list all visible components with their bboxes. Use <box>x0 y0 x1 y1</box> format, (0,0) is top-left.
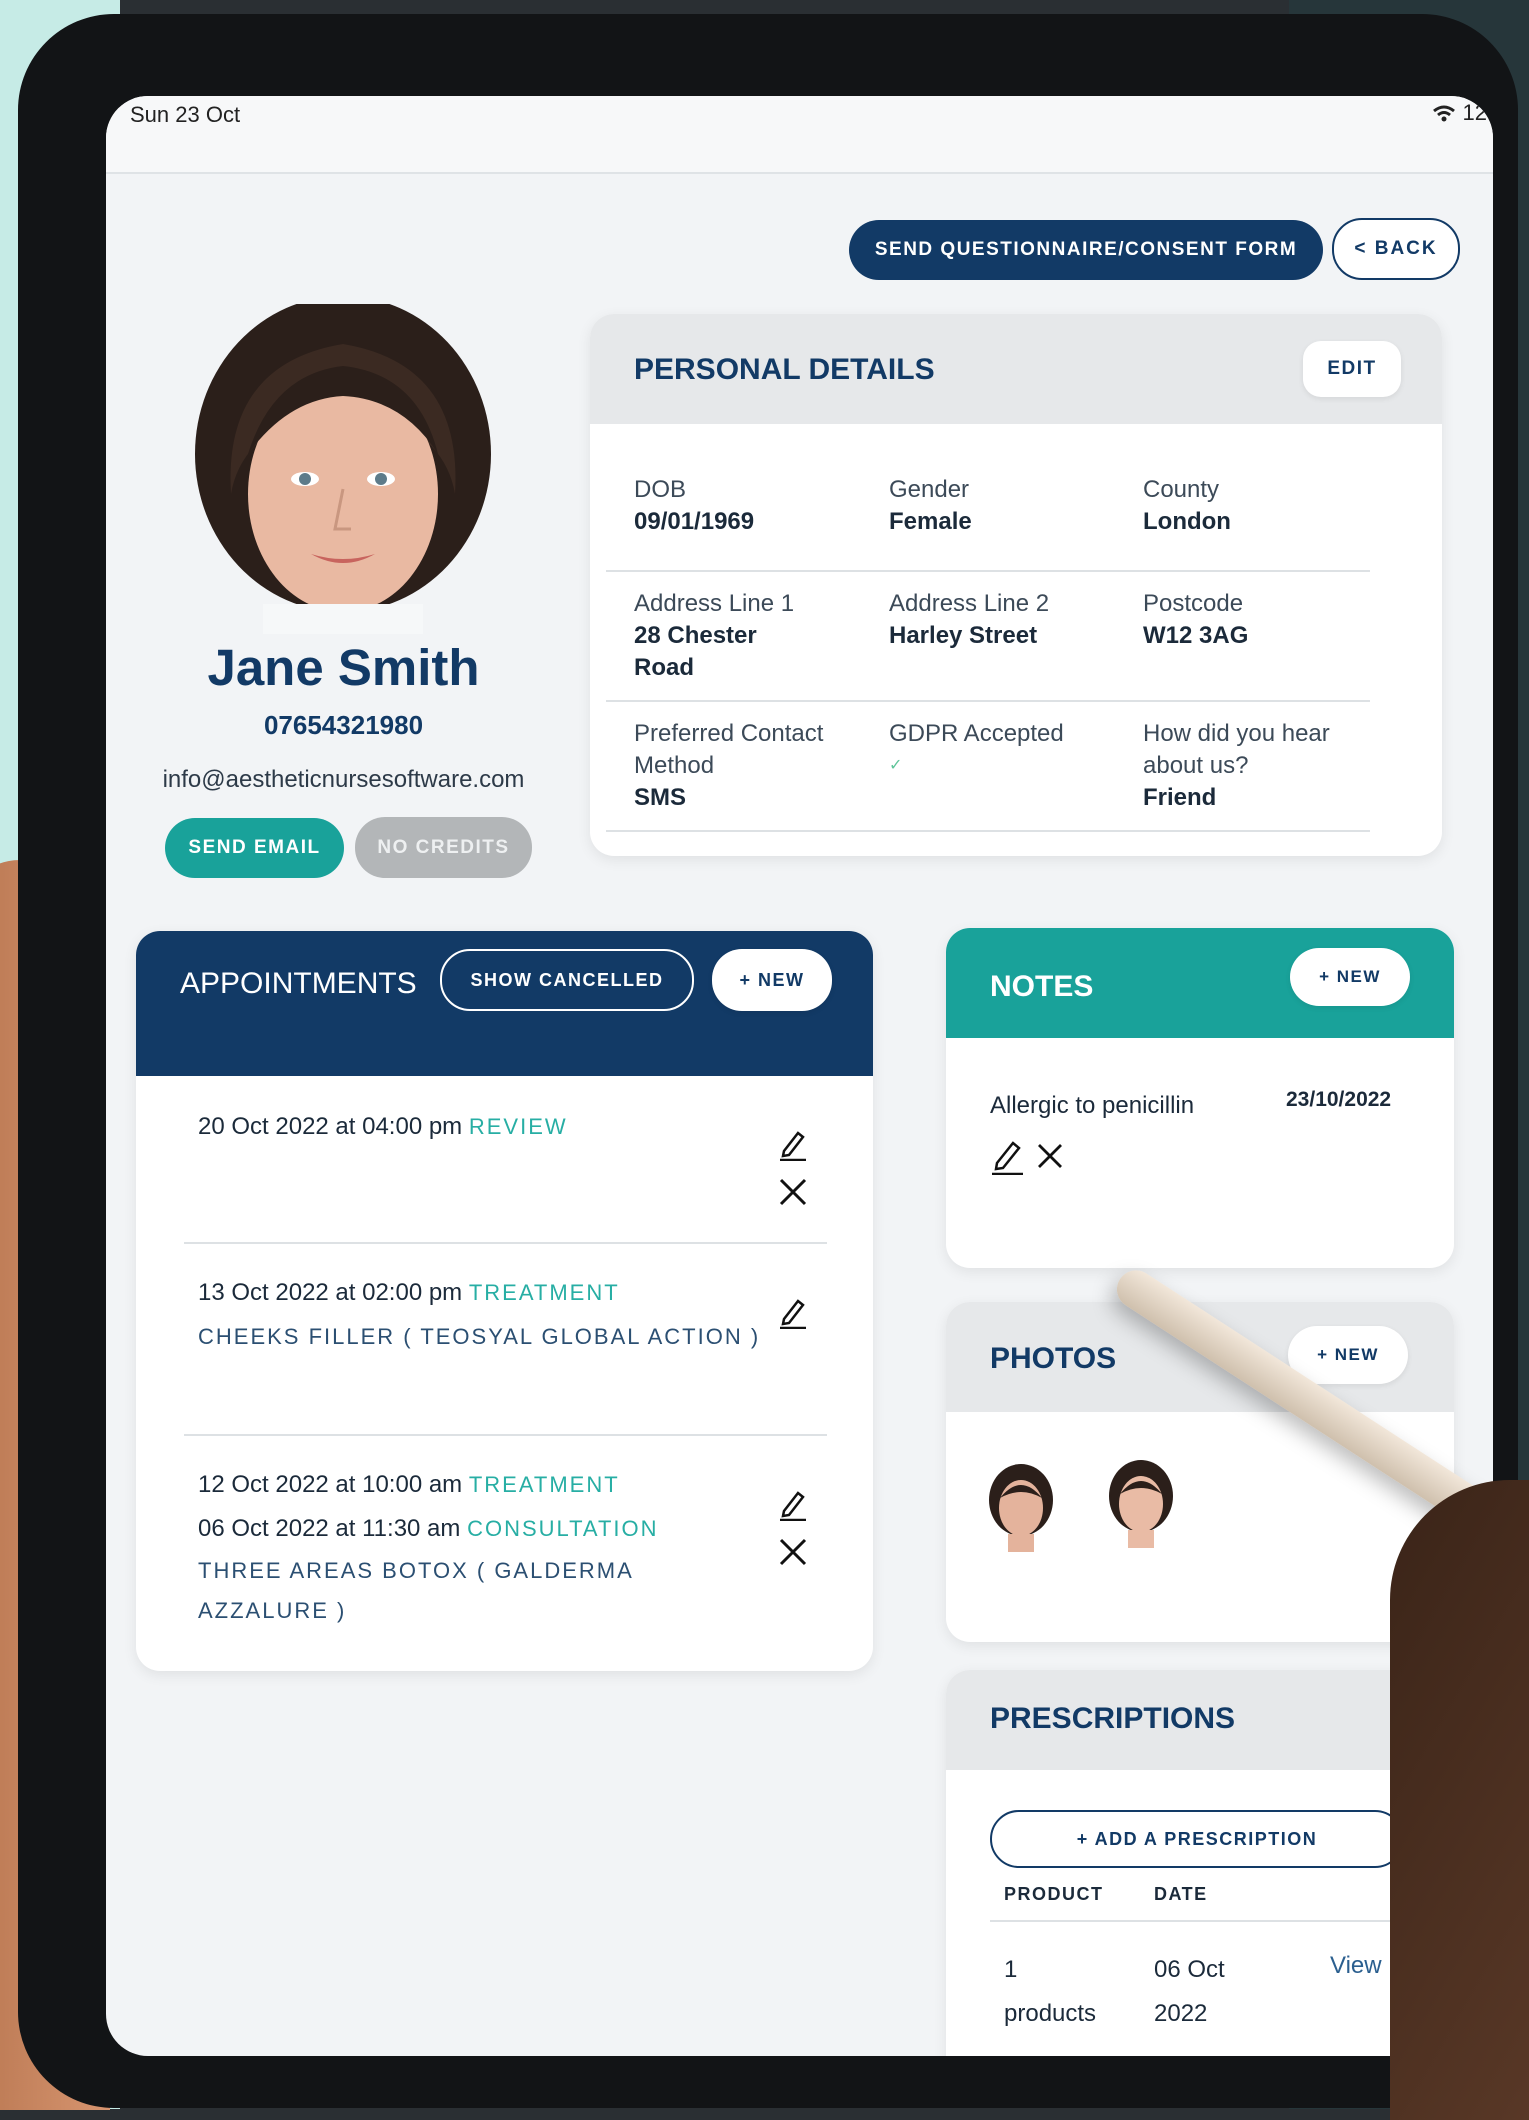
appointment-row[interactable]: 12 Oct 2022 at 10:00 am TREATMENT <box>198 1471 620 1499</box>
appointment-datetime: 12 Oct 2022 at 10:00 am <box>198 1471 463 1498</box>
appointment-divider <box>184 1242 827 1244</box>
field-label-address1: Address Line 1 <box>634 590 795 617</box>
field-value-postcode: W12 3AG <box>1143 622 1249 649</box>
gdpr-check-icon: ✓ <box>889 757 903 774</box>
appointment-detail: THREE AREAS BOTOX ( GALDERMA AZZALURE ) <box>198 1558 633 1623</box>
details-divider <box>606 830 1370 832</box>
notes-card: NOTES + NEW Allergic to penicillin 23/10… <box>946 928 1454 1268</box>
photo-thumbnail[interactable] <box>986 1462 1056 1552</box>
appointments-title: APPOINTMENTS <box>180 967 417 1000</box>
field-value-dob: 09/01/1969 <box>634 508 755 535</box>
edit-details-button[interactable]: EDIT <box>1303 341 1401 397</box>
tablet-frame: Sun 23 Oct 12 SEND QUESTIONNAIRE/CONSENT… <box>18 14 1518 2108</box>
field-label-gender: Gender <box>889 476 970 503</box>
appointment-row[interactable]: 20 Oct 2022 at 04:00 pm REVIEW <box>198 1113 568 1141</box>
prescriptions-card: PRESCRIPTIONS + ADD A PRESCRIPTION PRODU… <box>946 1670 1454 2056</box>
field-label-contact-method: Preferred Contact Method <box>634 720 824 779</box>
edit-pencil-icon[interactable] <box>776 1485 810 1523</box>
client-email: info@aestheticnursesoftware.com <box>162 766 525 793</box>
details-divider <box>606 700 1370 702</box>
details-divider <box>606 570 1370 572</box>
note-text: Allergic to penicillin <box>990 1092 1195 1119</box>
edit-pencil-icon[interactable] <box>776 1125 810 1163</box>
prescription-product: 1 products <box>1004 1956 1097 2027</box>
appointment-row[interactable]: 06 Oct 2022 at 11:30 am CONSULTATION <box>198 1515 659 1543</box>
edit-pencil-icon[interactable] <box>776 1293 810 1331</box>
personal-details-card: PERSONAL DETAILS EDIT DOB 09/01/1969 Gen… <box>590 314 1442 856</box>
status-time: 12 <box>1462 100 1487 125</box>
appointment-type: TREATMENT <box>468 1472 620 1497</box>
field-value-gender: Female <box>889 508 972 535</box>
add-prescription-button[interactable]: + ADD A PRESCRIPTION <box>990 1810 1404 1868</box>
view-prescription-link[interactable]: View <box>1330 1952 1382 1980</box>
photos-title: PHOTOS <box>990 1342 1117 1375</box>
delete-x-icon[interactable] <box>776 1535 810 1569</box>
note-date: 23/10/2022 <box>1286 1088 1392 1111</box>
appointment-datetime: 20 Oct 2022 at 04:00 pm <box>198 1113 463 1140</box>
appointments-card: APPOINTMENTS SHOW CANCELLED + NEW 20 Oct… <box>136 931 873 1671</box>
field-label-gdpr: GDPR Accepted <box>889 720 1064 747</box>
wifi-icon <box>1433 105 1456 122</box>
send-email-button[interactable]: SEND EMAIL <box>165 818 344 878</box>
wifi-status: 12 <box>1432 100 1487 126</box>
field-label-county: County <box>1143 476 1220 503</box>
new-photo-button[interactable]: + NEW <box>1288 1326 1408 1384</box>
delete-x-icon[interactable] <box>1034 1140 1066 1172</box>
appointment-datetime: 13 Oct 2022 at 02:00 pm <box>198 1279 463 1306</box>
field-value-address2: Harley Street <box>889 622 1038 649</box>
client-name: Jane Smith <box>207 639 480 696</box>
field-value-county: London <box>1143 508 1231 535</box>
back-button[interactable]: < BACK <box>1332 218 1460 280</box>
send-questionnaire-button[interactable]: SEND QUESTIONNAIRE/CONSENT FORM <box>849 220 1323 280</box>
table-divider <box>990 1920 1404 1922</box>
field-label-address2: Address Line 2 <box>889 590 1050 617</box>
delete-x-icon[interactable] <box>776 1175 810 1209</box>
field-label-postcode: Postcode <box>1143 590 1244 617</box>
avatar <box>193 296 493 644</box>
appointment-datetime: 06 Oct 2022 at 11:30 am <box>198 1515 461 1542</box>
field-value-address1: 28 Chester Road <box>634 622 757 681</box>
prescription-date: 06 Oct 2022 <box>1154 1956 1225 2027</box>
column-header-product: PRODUCT <box>1004 1884 1104 1904</box>
appointment-divider <box>184 1434 827 1436</box>
client-phone: 07654321980 <box>263 710 424 740</box>
appointment-type: REVIEW <box>468 1114 568 1139</box>
photo-thumbnail[interactable] <box>1106 1458 1176 1548</box>
show-cancelled-button[interactable]: SHOW CANCELLED <box>440 949 694 1011</box>
personal-details-title: PERSONAL DETAILS <box>634 353 935 386</box>
field-label-referral: How did you hear about us? <box>1143 720 1330 779</box>
field-value-contact-method: SMS <box>634 784 687 811</box>
appointment-type: TREATMENT <box>468 1280 620 1305</box>
appointment-type: CONSULTATION <box>467 1516 659 1541</box>
new-note-button[interactable]: + NEW <box>1290 948 1410 1006</box>
new-appointment-button[interactable]: + NEW <box>712 949 832 1011</box>
avatar-portrait-icon <box>195 296 491 644</box>
status-date: Sun 23 Oct <box>130 102 241 127</box>
credits-button[interactable]: NO CREDITS <box>355 817 532 878</box>
notes-title: NOTES <box>990 970 1094 1003</box>
appointment-detail: CHEEKS FILLER ( TEOSYAL GLOBAL ACTION ) <box>198 1324 761 1349</box>
field-label-dob: DOB <box>634 476 687 503</box>
column-header-date: DATE <box>1154 1884 1208 1904</box>
status-bar: Sun 23 Oct 12 <box>106 96 1493 174</box>
app-screen: Sun 23 Oct 12 SEND QUESTIONNAIRE/CONSENT… <box>106 96 1493 2056</box>
prescriptions-title: PRESCRIPTIONS <box>990 1702 1236 1735</box>
appointment-row[interactable]: 13 Oct 2022 at 02:00 pm TREATMENT <box>198 1279 620 1307</box>
right-hand-photo <box>1390 1480 1529 2120</box>
edit-pencil-icon[interactable] <box>990 1136 1026 1176</box>
field-value-referral: Friend <box>1143 784 1217 811</box>
